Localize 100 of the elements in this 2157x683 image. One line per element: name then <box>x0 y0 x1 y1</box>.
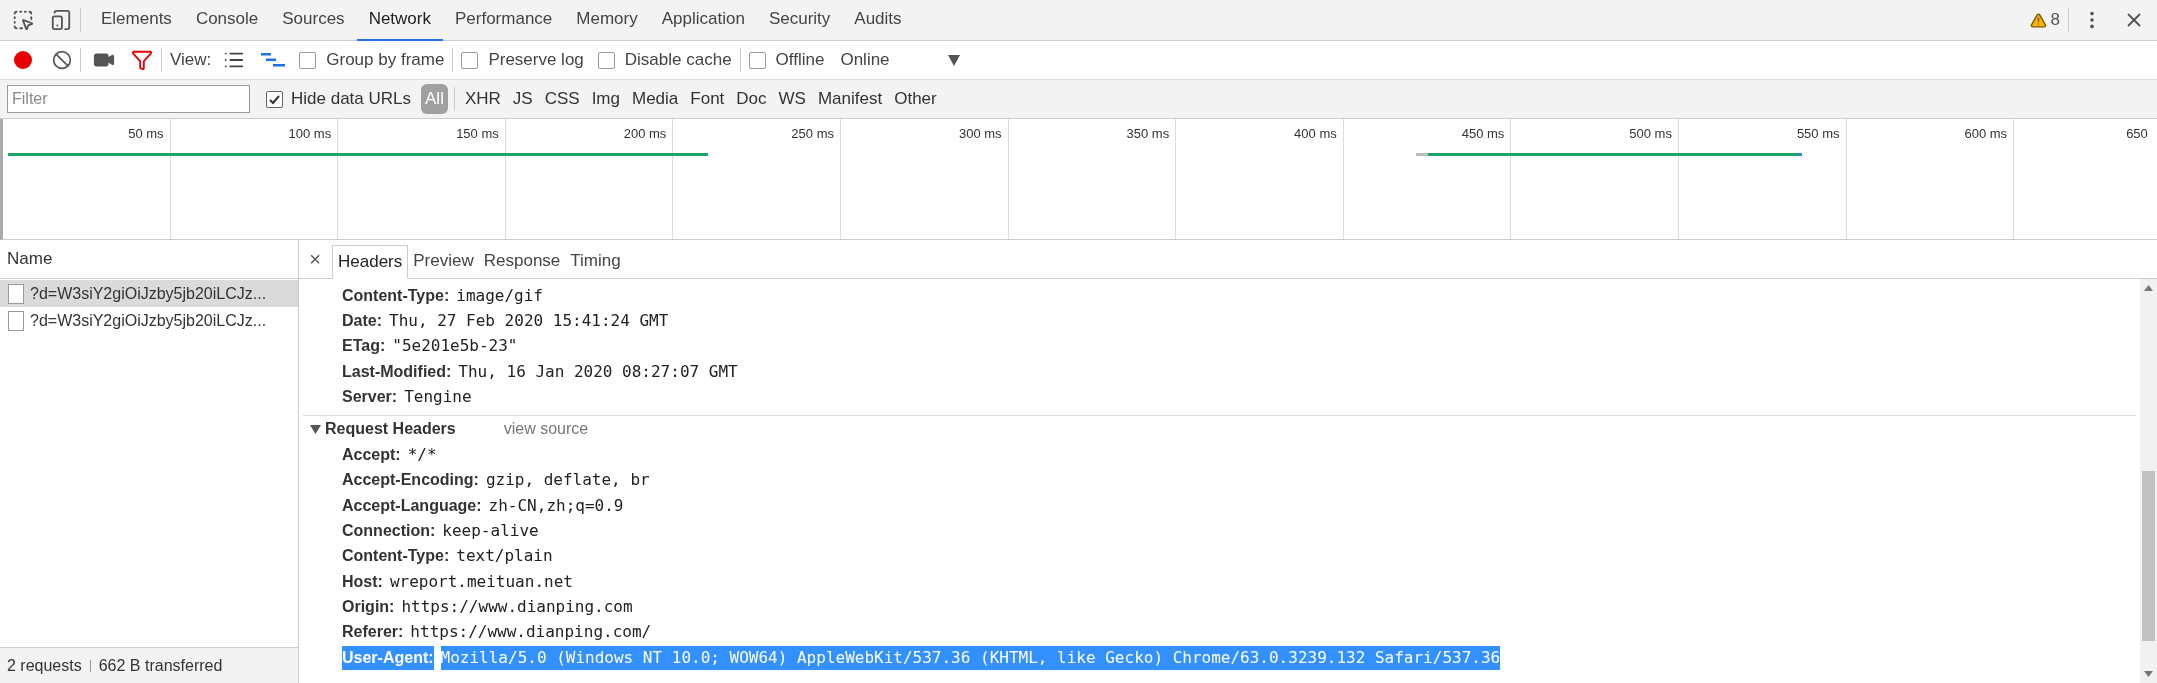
checkbox[interactable] <box>266 90 283 108</box>
file-icon <box>8 283 24 304</box>
column-header[interactable]: Name <box>7 246 53 272</box>
header-name: Connection: <box>342 521 436 541</box>
panel-tab[interactable]: Sources <box>270 0 357 41</box>
header-name: Host: <box>342 571 383 592</box>
header-value: wreport.meituan.net <box>389 570 573 593</box>
view-source-link[interactable]: view source <box>503 417 589 442</box>
warning-count: 8 <box>2050 9 2060 32</box>
header-name: Accept-Encoding: <box>342 470 479 491</box>
option-label: Offline <box>775 49 825 72</box>
header-value: */* <box>407 444 437 467</box>
request-row[interactable]: ?d=W3siY2giOiJzby5jb20iLCJz... <box>0 280 298 307</box>
type-filter-tab[interactable]: Font <box>686 84 729 114</box>
tick-label: 150 ms <box>456 125 499 143</box>
tick-label: 350 ms <box>1126 125 1170 143</box>
header-value: https://www.dianping.com/ <box>410 621 652 644</box>
type-filter-tab[interactable]: CSS <box>540 84 584 114</box>
throttling-select[interactable]: Online <box>840 47 890 73</box>
transferred-size: 662 B transferred <box>98 655 223 676</box>
scrollbar[interactable] <box>2140 279 2157 683</box>
header-value: gzip, deflate, br <box>485 469 650 492</box>
tick-label: 50 ms <box>128 125 164 143</box>
header-value: Tengine <box>404 385 472 408</box>
detail-tab[interactable]: Timing <box>565 244 626 278</box>
file-icon <box>8 310 24 331</box>
inspect-icon[interactable] <box>12 9 34 31</box>
clear-icon[interactable] <box>52 50 72 70</box>
tick-label: 650 <box>2126 125 2148 143</box>
tick-label: 550 ms <box>1796 125 1840 143</box>
tick-label: 250 ms <box>791 125 834 143</box>
section-title[interactable]: Request Headers <box>325 417 456 442</box>
panel-tab[interactable]: Performance <box>443 0 565 41</box>
type-filter-tab[interactable]: WS <box>774 84 810 114</box>
option-label: Disable cache <box>624 49 732 72</box>
header-name: Content-Type: <box>342 546 450 567</box>
checkbox[interactable] <box>461 51 479 69</box>
panel-tab[interactable]: Audits <box>842 0 914 41</box>
option-label: Hide data URLs <box>291 88 411 111</box>
checkbox[interactable] <box>597 51 615 69</box>
header-name: Accept: <box>342 445 401 466</box>
tick-label: 200 ms <box>623 125 667 143</box>
panel-tab[interactable]: Network <box>356 0 443 41</box>
header-name: Date: <box>342 310 382 331</box>
record-button[interactable] <box>14 51 32 69</box>
scroll-down-icon[interactable] <box>2144 671 2153 677</box>
header-value: text/plain <box>456 545 553 568</box>
type-filter-tab[interactable]: Media <box>628 84 683 114</box>
filter-field[interactable]: Filter <box>7 85 250 113</box>
filter-icon[interactable] <box>131 49 153 71</box>
tick-label: 300 ms <box>958 125 1002 143</box>
option-label: Group by frame <box>326 49 445 72</box>
header-value: "5e201e5b-23" <box>392 335 518 358</box>
type-filter-tab[interactable]: Manifest <box>813 84 887 114</box>
header-name: Origin: <box>342 596 395 617</box>
header-name: Content-Type: <box>342 285 450 306</box>
header-value: zh-CN,zh;q=0.9 <box>488 494 624 517</box>
header-value: image/gif <box>456 284 543 307</box>
dropdown-caret-icon[interactable] <box>947 54 960 66</box>
header-name: Referer: <box>342 622 404 643</box>
detail-tab[interactable]: Preview <box>408 244 479 278</box>
header-value: Thu, 16 Jan 2020 08:27:07 GMT <box>458 360 738 383</box>
timeline-overview[interactable]: 50 ms 100 ms 150 ms 200 ms 250 ms 300 ms 350 ms 400 ms 450 ms 500 ms 550 ms 600 ms 650 <box>0 119 2157 240</box>
header-name: User-Agent: <box>342 645 434 670</box>
header-value: Thu, 27 Feb 2020 15:41:24 GMT <box>389 309 669 332</box>
checkbox[interactable] <box>748 51 766 69</box>
tick-label: 500 ms <box>1629 125 1672 143</box>
header-name: Accept-Language: <box>342 495 482 516</box>
tick-label: 100 ms <box>288 125 332 143</box>
header-value: https://www.dianping.com <box>401 595 633 618</box>
request-count: 2 requests <box>7 655 82 676</box>
type-filter-tab[interactable]: Doc <box>732 84 771 114</box>
detail-tab[interactable]: Response <box>478 244 566 278</box>
tick-label: 400 ms <box>1294 125 1337 143</box>
panel-tab[interactable]: Application <box>649 0 757 41</box>
close-button[interactable]: × <box>304 240 326 278</box>
header-value: Mozilla/5.0 (Windows NT 10.0; WOW64) AppleWebKit/537.36 (KHTML, like Gecko) Chrome/63.0.3239.132 Safari/537.36 <box>440 645 1501 670</box>
checkbox[interactable] <box>299 51 317 69</box>
type-filter-tab[interactable]: JS <box>508 84 537 114</box>
panel-tab[interactable]: Console <box>183 0 271 41</box>
tick-label: 450 ms <box>1461 125 1505 143</box>
panel-tab[interactable]: Elements <box>89 0 184 41</box>
device-toggle-icon[interactable] <box>50 9 72 31</box>
panel-tab[interactable]: Security <box>756 0 843 41</box>
scroll-up-icon[interactable] <box>2144 285 2153 291</box>
type-filter-tab[interactable]: Other <box>890 84 941 114</box>
type-filter-tab[interactable]: Img <box>587 84 624 114</box>
waterfall-view-icon[interactable] <box>261 52 286 68</box>
panel-tab[interactable]: Memory <box>564 0 650 41</box>
header-name: Last-Modified: <box>342 361 452 382</box>
type-filter-tab[interactable]: XHR <box>460 84 505 114</box>
detail-tab[interactable]: Headers <box>332 245 409 279</box>
warning-icon[interactable] <box>2029 11 2047 29</box>
view-label: View: <box>170 49 212 72</box>
option-label: Preserve log <box>488 49 584 72</box>
tick-label: 600 ms <box>1964 125 2008 143</box>
header-name: Server: <box>342 386 398 407</box>
header-name: ETag: <box>342 336 386 357</box>
expand-triangle-icon[interactable] <box>310 424 321 435</box>
header-value: keep-alive <box>442 520 539 542</box>
